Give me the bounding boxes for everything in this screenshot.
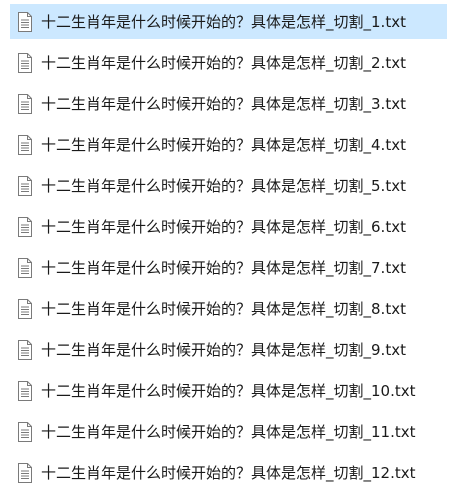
text-document-icon bbox=[18, 380, 32, 401]
file-name: 十二生肖年是什么时候开始的？具体是怎样_切割_3.txt bbox=[41, 95, 406, 113]
text-document-icon bbox=[18, 175, 32, 196]
text-document-icon bbox=[18, 93, 32, 114]
text-document-icon bbox=[18, 257, 32, 278]
file-name: 十二生肖年是什么时候开始的？具体是怎样_切割_8.txt bbox=[41, 300, 406, 318]
file-name: 十二生肖年是什么时候开始的？具体是怎样_切割_4.txt bbox=[41, 136, 406, 154]
file-item[interactable]: 十二生肖年是什么时候开始的？具体是怎样_切割_2.txt bbox=[10, 45, 447, 80]
file-item[interactable]: 十二生肖年是什么时候开始的？具体是怎样_切割_5.txt bbox=[10, 168, 447, 203]
file-name: 十二生肖年是什么时候开始的？具体是怎样_切割_10.txt bbox=[41, 382, 416, 400]
file-list: 十二生肖年是什么时候开始的？具体是怎样_切割_1.txt 十二生肖年是什么时候开… bbox=[0, 0, 449, 487]
text-document-icon bbox=[18, 11, 32, 32]
file-name: 十二生肖年是什么时候开始的？具体是怎样_切割_12.txt bbox=[41, 464, 416, 482]
text-document-icon bbox=[18, 52, 32, 73]
file-name: 十二生肖年是什么时候开始的？具体是怎样_切割_7.txt bbox=[41, 259, 406, 277]
file-item[interactable]: 十二生肖年是什么时候开始的？具体是怎样_切割_9.txt bbox=[10, 332, 447, 367]
file-name: 十二生肖年是什么时候开始的？具体是怎样_切割_6.txt bbox=[41, 218, 406, 236]
file-item[interactable]: 十二生肖年是什么时候开始的？具体是怎样_切割_11.txt bbox=[10, 414, 447, 449]
file-item[interactable]: 十二生肖年是什么时候开始的？具体是怎样_切割_4.txt bbox=[10, 127, 447, 162]
file-item[interactable]: 十二生肖年是什么时候开始的？具体是怎样_切割_3.txt bbox=[10, 86, 447, 121]
text-document-icon bbox=[18, 421, 32, 442]
text-document-icon bbox=[18, 216, 32, 237]
text-document-icon bbox=[18, 339, 32, 360]
file-item[interactable]: 十二生肖年是什么时候开始的？具体是怎样_切割_7.txt bbox=[10, 250, 447, 285]
file-item[interactable]: 十二生肖年是什么时候开始的？具体是怎样_切割_10.txt bbox=[10, 373, 447, 408]
file-name: 十二生肖年是什么时候开始的？具体是怎样_切割_9.txt bbox=[41, 341, 406, 359]
text-document-icon bbox=[18, 134, 32, 155]
text-document-icon bbox=[18, 462, 32, 483]
file-name: 十二生肖年是什么时候开始的？具体是怎样_切割_11.txt bbox=[41, 423, 416, 441]
file-name: 十二生肖年是什么时候开始的？具体是怎样_切割_5.txt bbox=[41, 177, 406, 195]
file-item[interactable]: 十二生肖年是什么时候开始的？具体是怎样_切割_8.txt bbox=[10, 291, 447, 326]
file-item[interactable]: 十二生肖年是什么时候开始的？具体是怎样_切割_1.txt bbox=[10, 4, 447, 39]
file-item[interactable]: 十二生肖年是什么时候开始的？具体是怎样_切割_12.txt bbox=[10, 455, 447, 490]
file-name: 十二生肖年是什么时候开始的？具体是怎样_切割_1.txt bbox=[41, 13, 406, 31]
file-item[interactable]: 十二生肖年是什么时候开始的？具体是怎样_切割_6.txt bbox=[10, 209, 447, 244]
file-name: 十二生肖年是什么时候开始的？具体是怎样_切割_2.txt bbox=[41, 54, 406, 72]
text-document-icon bbox=[18, 298, 32, 319]
